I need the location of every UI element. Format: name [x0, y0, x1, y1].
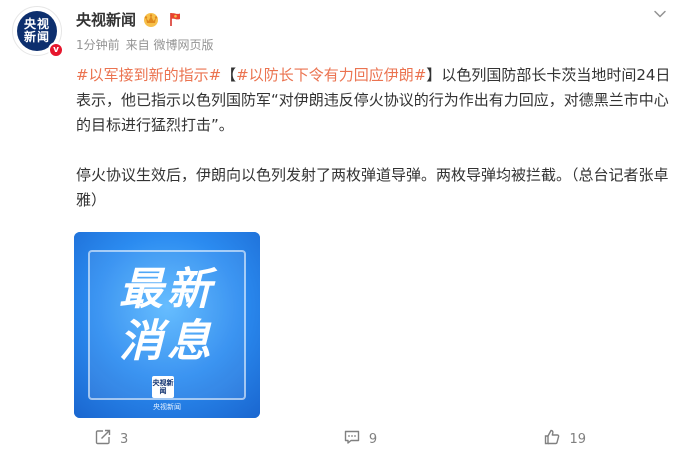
post-paragraph-1: #以军接到新的指示#【#以防长下令有力回应伊朗#】以色列国防部长卡茨当地时间24… [76, 63, 674, 138]
topic-link-1[interactable]: #以军接到新的指示# [76, 66, 221, 84]
comment-icon [343, 428, 361, 450]
post-source: 来自 微博网页版 [125, 38, 214, 52]
topic-link-2[interactable]: #以防长下令有力回应伊朗# [236, 66, 426, 84]
repost-button[interactable]: 3 [0, 424, 245, 454]
post-image-breaking-news[interactable]: 最新 消息 央视新闻 央视新闻 [74, 232, 260, 418]
image-logo: 央视新闻 [152, 376, 174, 398]
avatar-text-line2: 新闻 [23, 30, 50, 44]
post-actions-bar: 3 9 19 [0, 424, 690, 454]
post-header: 央视新闻 1分钟前 来自 微博网页版 [76, 9, 670, 53]
image-title: 最新 消息 [74, 264, 260, 368]
post-paragraph-2: 停火协议生效后，伊朗向以色列发射了两枚弹道导弹。两枚导弹均被拦截。（总台记者张卓… [76, 166, 669, 209]
like-count: 19 [569, 431, 587, 447]
like-button[interactable]: 19 [435, 424, 690, 454]
post-content: #以军接到新的指示#【#以防长下令有力回应伊朗#】以色列国防部长卡茨当地时间24… [76, 63, 674, 213]
comment-count: 9 [368, 431, 378, 447]
post-time[interactable]: 1分钟前 [76, 36, 120, 53]
crown-badge-icon[interactable] [142, 10, 160, 28]
red-flag-badge-icon[interactable] [166, 10, 184, 28]
image-caption: 央视新闻 [153, 403, 181, 411]
image-title-line1: 最新 [119, 264, 215, 315]
bracket-close: 】 [426, 66, 442, 84]
verified-icon: v [48, 42, 64, 58]
chevron-down-icon[interactable] [650, 9, 670, 29]
author-name[interactable]: 央视新闻 [76, 9, 136, 30]
thumbs-up-icon [543, 428, 561, 450]
comment-button[interactable]: 9 [245, 424, 436, 454]
repost-icon [94, 428, 112, 450]
bracket-open: 【 [221, 66, 237, 84]
author-avatar[interactable]: 央视 新闻 v [12, 6, 68, 62]
repost-count: 3 [120, 431, 129, 447]
image-title-line2: 消息 [119, 316, 215, 367]
